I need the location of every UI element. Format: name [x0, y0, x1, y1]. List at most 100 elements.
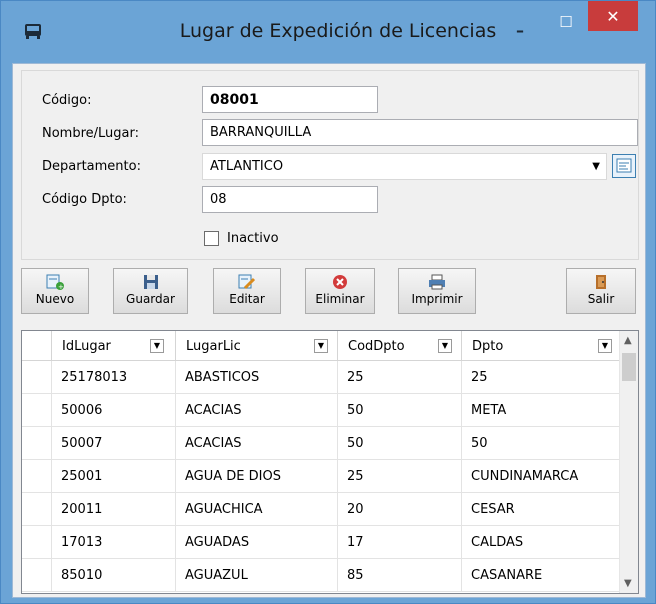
- table-cell[interactable]: 25: [462, 361, 620, 394]
- filter-dropdown-icon[interactable]: ▼: [314, 339, 328, 353]
- column-header-label: LugarLic: [186, 339, 241, 354]
- edit-icon: [238, 274, 256, 290]
- table-cell[interactable]: AGUADAS: [176, 526, 338, 559]
- table-cell[interactable]: 25178013: [52, 361, 176, 394]
- row-selector[interactable]: [22, 361, 52, 394]
- inactivo-label: Inactivo: [227, 231, 279, 246]
- row-selector[interactable]: [22, 394, 52, 427]
- table-cell[interactable]: 50007: [52, 427, 176, 460]
- table-cell[interactable]: 50: [338, 394, 462, 427]
- table-cell[interactable]: CESAR: [462, 493, 620, 526]
- imprimir-label: Imprimir: [411, 292, 463, 306]
- table-row[interactable]: 17013 AGUADAS 17 CALDAS: [22, 526, 620, 559]
- row-selector[interactable]: [22, 526, 52, 559]
- table-cell[interactable]: ACACIAS: [176, 427, 338, 460]
- table-row[interactable]: 50007 ACACIAS 50 50: [22, 427, 620, 460]
- table-cell[interactable]: 17: [338, 526, 462, 559]
- minimize-button[interactable]: –: [497, 15, 543, 45]
- app-window: Lugar de Expedición de Licencias – ☐ ✕ C…: [0, 0, 656, 604]
- table-cell[interactable]: 50: [338, 427, 462, 460]
- exit-door-icon: [596, 275, 606, 289]
- table-cell[interactable]: ACACIAS: [176, 394, 338, 427]
- table-row[interactable]: 25178013 ABASTICOS 25 25: [22, 361, 620, 394]
- table-row[interactable]: 85010 AGUAZUL 85 CASANARE: [22, 559, 620, 592]
- row-selector[interactable]: [22, 559, 52, 592]
- nuevo-label: Nuevo: [35, 292, 75, 306]
- lookup-button[interactable]: [612, 154, 636, 178]
- table-cell[interactable]: 85010: [52, 559, 176, 592]
- guardar-label: Guardar: [126, 292, 175, 306]
- inactivo-checkbox[interactable]: [204, 231, 219, 246]
- table-cell[interactable]: AGUAZUL: [176, 559, 338, 592]
- table-cell[interactable]: 20011: [52, 493, 176, 526]
- table-cell[interactable]: 25: [338, 361, 462, 394]
- nombre-field[interactable]: BARRANQUILLA: [202, 119, 638, 146]
- svg-text:+: +: [58, 283, 64, 290]
- editar-button[interactable]: Editar: [213, 268, 281, 314]
- column-header-idlugar[interactable]: IdLugar ▼: [52, 331, 176, 361]
- row-selector[interactable]: [22, 493, 52, 526]
- printer-icon: [429, 274, 445, 290]
- table-cell[interactable]: CALDAS: [462, 526, 620, 559]
- column-header-dpto[interactable]: Dpto ▼: [462, 331, 620, 361]
- grid-header: IdLugar ▼ LugarLic ▼ CodDpto ▼ Dpto ▼: [22, 331, 620, 361]
- maximize-icon: ☐: [559, 13, 573, 31]
- table-cell[interactable]: 17013: [52, 526, 176, 559]
- scroll-thumb[interactable]: [622, 353, 636, 381]
- nuevo-button[interactable]: + Nuevo: [21, 268, 89, 314]
- departamento-value: ATLANTICO: [210, 159, 284, 174]
- scroll-down-icon[interactable]: ▼: [624, 578, 632, 589]
- table-cell[interactable]: 25: [338, 460, 462, 493]
- filter-dropdown-icon[interactable]: ▼: [598, 339, 612, 353]
- column-header-label: IdLugar: [62, 339, 111, 354]
- row-selector-header: [22, 331, 52, 361]
- eliminar-label: Eliminar: [315, 292, 365, 306]
- nombre-label: Nombre/Lugar:: [42, 126, 139, 141]
- filter-dropdown-icon[interactable]: ▼: [150, 339, 164, 353]
- table-cell[interactable]: AGUA DE DIOS: [176, 460, 338, 493]
- column-header-label: CodDpto: [348, 339, 405, 354]
- table-cell[interactable]: META: [462, 394, 620, 427]
- departamento-combo[interactable]: ATLANTICO ▼: [202, 153, 607, 180]
- table-cell[interactable]: 50006: [52, 394, 176, 427]
- table-cell[interactable]: 20: [338, 493, 462, 526]
- scroll-up-icon[interactable]: ▲: [624, 335, 632, 346]
- title-bar[interactable]: Lugar de Expedición de Licencias – ☐ ✕: [1, 1, 655, 63]
- codigo-label: Código:: [42, 93, 92, 108]
- table-cell[interactable]: AGUACHICA: [176, 493, 338, 526]
- departamento-label: Departamento:: [42, 159, 141, 174]
- table-row[interactable]: 50006 ACACIAS 50 META: [22, 394, 620, 427]
- codigo-field[interactable]: 08001: [202, 86, 378, 113]
- delete-icon: [333, 275, 347, 289]
- table-cell[interactable]: CASANARE: [462, 559, 620, 592]
- minimize-icon: –: [516, 20, 524, 40]
- vertical-scrollbar[interactable]: ▲ ▼: [619, 331, 638, 593]
- column-header-label: Dpto: [472, 339, 504, 354]
- form-icon: [616, 158, 632, 173]
- table-cell[interactable]: 50: [462, 427, 620, 460]
- eliminar-button[interactable]: Eliminar: [305, 268, 375, 314]
- table-row[interactable]: 25001 AGUA DE DIOS 25 CUNDINAMARCA: [22, 460, 620, 493]
- save-icon: [143, 275, 158, 289]
- row-selector[interactable]: [22, 427, 52, 460]
- salir-label: Salir: [587, 292, 615, 306]
- table-cell[interactable]: 25001: [52, 460, 176, 493]
- column-header-lugarlic[interactable]: LugarLic ▼: [176, 331, 338, 361]
- row-selector[interactable]: [22, 460, 52, 493]
- codigo-dpto-label: Código Dpto:: [42, 192, 127, 207]
- close-button[interactable]: ✕: [588, 1, 638, 31]
- column-header-coddpto[interactable]: CodDpto ▼: [338, 331, 462, 361]
- salir-button[interactable]: Salir: [566, 268, 636, 314]
- codigo-dpto-field[interactable]: 08: [202, 186, 378, 213]
- close-icon: ✕: [606, 6, 620, 26]
- table-cell[interactable]: ABASTICOS: [176, 361, 338, 394]
- new-document-icon: +: [46, 274, 64, 290]
- table-cell[interactable]: 85: [338, 559, 462, 592]
- imprimir-button[interactable]: Imprimir: [398, 268, 476, 314]
- table-cell[interactable]: CUNDINAMARCA: [462, 460, 620, 493]
- guardar-button[interactable]: Guardar: [113, 268, 188, 314]
- maximize-button[interactable]: ☐: [543, 7, 589, 37]
- filter-dropdown-icon[interactable]: ▼: [438, 339, 452, 353]
- data-grid[interactable]: IdLugar ▼ LugarLic ▼ CodDpto ▼ Dpto ▼ 25…: [21, 330, 639, 594]
- table-row[interactable]: 20011 AGUACHICA 20 CESAR: [22, 493, 620, 526]
